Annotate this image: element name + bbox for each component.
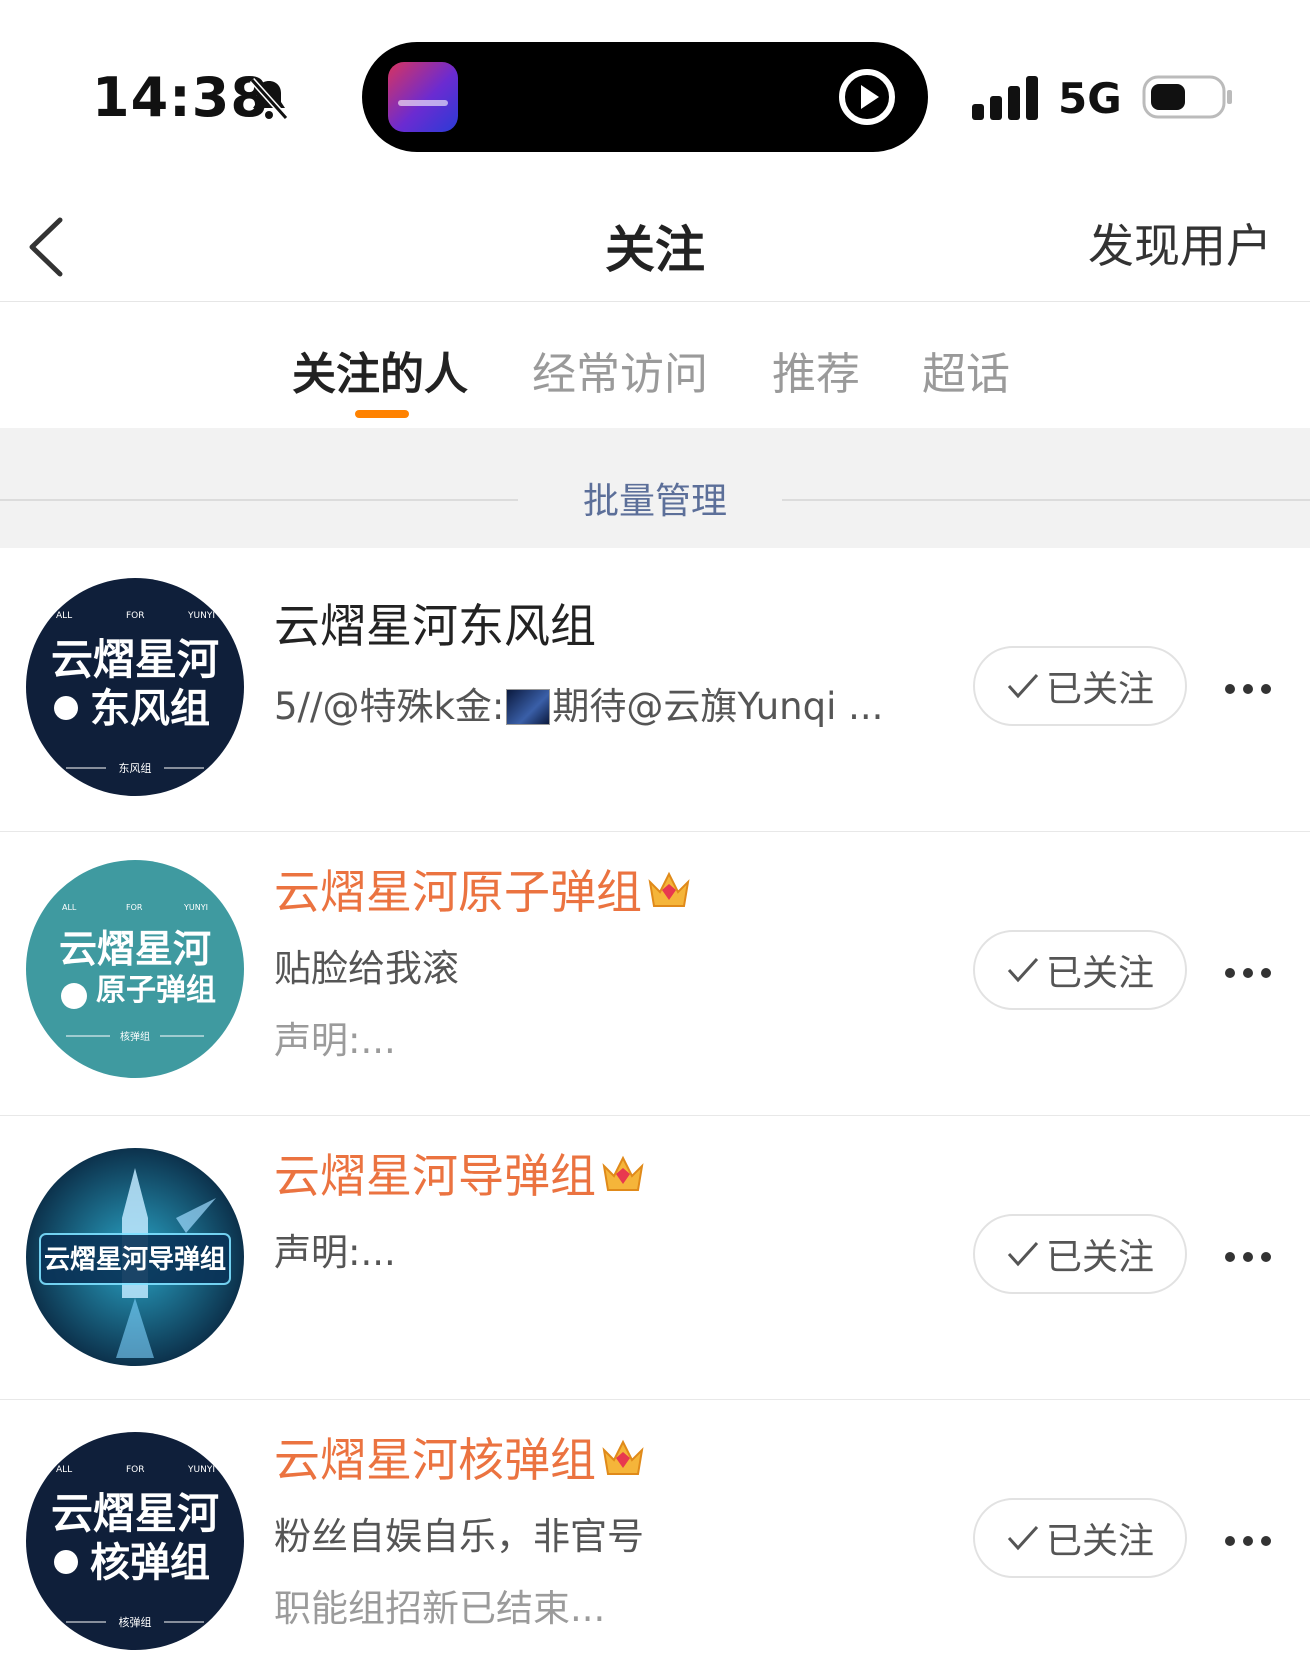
- user-name[interactable]: 云熠星河导弹组: [274, 1140, 646, 1206]
- tab-supertopic[interactable]: 超话: [922, 338, 1010, 402]
- signal-icon: [972, 76, 1038, 120]
- user-name-text: 云熠星河核弹组: [274, 1433, 596, 1487]
- vip-crown-icon: [602, 1155, 644, 1191]
- avatar-footer: 核弹组: [120, 1030, 150, 1043]
- tab-bar: 关注的人 经常访问 推荐 超话: [0, 302, 1310, 428]
- list-item[interactable]: 云熠星河导弹组 云熠星河导弹组 声明:... 已关注: [0, 1116, 1310, 1400]
- avatar-tag: FOR: [126, 1465, 145, 1475]
- tab-following[interactable]: 关注的人: [292, 338, 468, 402]
- avatar-text: 东风组: [90, 686, 210, 732]
- network-type: 5G: [1058, 74, 1122, 123]
- bell-muted-icon: [249, 77, 289, 121]
- user-name[interactable]: 云熠星河核弹组: [274, 1424, 646, 1490]
- vip-crown-icon: [602, 1439, 644, 1475]
- following-label: 已关注: [1045, 1521, 1154, 1562]
- dynamic-island[interactable]: [362, 42, 928, 152]
- status-time: 14:38: [92, 66, 269, 129]
- avatar[interactable]: 云熠星河导弹组: [26, 1148, 244, 1366]
- battery-icon: [1142, 75, 1232, 119]
- active-tab-indicator: [355, 410, 409, 418]
- avatar-text: 原子弹组: [96, 973, 216, 1008]
- user-description: 贴脸给我滚: [274, 947, 459, 990]
- avatar-tag: YUNYI: [183, 903, 208, 912]
- user-description: 粉丝自娱自乐，非官号: [274, 1515, 644, 1558]
- following-label: 已关注: [1045, 1237, 1154, 1278]
- following-button[interactable]: 已关注: [973, 1498, 1187, 1578]
- avatar-footer: 核弹组: [119, 1615, 152, 1629]
- check-icon: [1007, 1525, 1039, 1551]
- desc-prefix: 5//@特殊k金:: [274, 685, 505, 728]
- status-bar: 14:38 5G: [0, 0, 1310, 190]
- user-name[interactable]: 云熠星河原子弹组: [274, 856, 692, 922]
- avatar-text: 云熠星河: [51, 635, 219, 684]
- more-icon[interactable]: [1224, 1250, 1272, 1264]
- following-button[interactable]: 已关注: [973, 646, 1187, 726]
- avatar-tag: FOR: [126, 611, 145, 621]
- avatar[interactable]: ALL FOR YUNYI 云熠星河 原子弹组 核弹组: [26, 860, 244, 1078]
- nav-bar: 关注 发现用户: [0, 190, 1310, 302]
- desc-suffix: 期待@云旗Yunqi ...: [552, 685, 884, 728]
- more-icon[interactable]: [1224, 682, 1272, 696]
- discover-users-button[interactable]: 发现用户: [1088, 210, 1272, 276]
- avatar-tag: YUNYI: [187, 611, 215, 621]
- avatar-text: 核弹组: [90, 1540, 210, 1586]
- user-description: 声明:...: [274, 1231, 396, 1274]
- media-thumbnail[interactable]: [388, 62, 458, 132]
- check-icon: [1007, 673, 1039, 699]
- user-name-text: 云熠星河导弹组: [274, 1149, 596, 1203]
- more-icon[interactable]: [1224, 1534, 1272, 1548]
- inline-image[interactable]: [506, 689, 551, 725]
- avatar-tag: ALL: [56, 611, 72, 621]
- avatar-text: 云熠星河导弹组: [44, 1244, 226, 1275]
- avatar-footer: 东风组: [119, 761, 152, 775]
- avatar-text: 云熠星河: [59, 927, 211, 971]
- avatar-tag: ALL: [56, 1465, 72, 1475]
- list-item[interactable]: ALL FOR YUNYI 云熠星河 原子弹组 核弹组 云熠星河原子弹组 贴脸给…: [0, 832, 1310, 1116]
- batch-manage-bar: 批量管理: [0, 428, 1310, 548]
- avatar-text: 云熠星河: [51, 1489, 219, 1538]
- avatar-tag: YUNYI: [187, 1465, 215, 1475]
- vip-crown-icon: [648, 871, 690, 907]
- avatar-tag: FOR: [126, 903, 143, 912]
- user-description: 5//@特殊k金: 期待@云旗Yunqi ...: [274, 676, 883, 730]
- avatar-tag: ALL: [62, 903, 77, 912]
- following-label: 已关注: [1045, 669, 1154, 710]
- following-button[interactable]: 已关注: [973, 930, 1187, 1010]
- following-label: 已关注: [1045, 953, 1154, 994]
- batch-manage-button[interactable]: 批量管理: [0, 472, 1310, 524]
- list-item[interactable]: ALL FOR YUNYI 云熠星河 核弹组 核弹组 云熠星河核弹组 粉丝自娱自…: [0, 1400, 1310, 1679]
- user-description-secondary: 声明:...: [274, 1019, 396, 1062]
- user-name-text: 云熠星河原子弹组: [274, 865, 642, 919]
- more-icon[interactable]: [1224, 966, 1272, 980]
- check-icon: [1007, 957, 1039, 983]
- list-item[interactable]: ALL FOR YUNYI 云熠星河 东风组 东风组 云熠星河东风组 5//@特…: [0, 548, 1310, 832]
- avatar[interactable]: ALL FOR YUNYI 云熠星河 东风组 东风组: [26, 578, 244, 796]
- avatar[interactable]: ALL FOR YUNYI 云熠星河 核弹组 核弹组: [26, 1432, 244, 1650]
- play-icon[interactable]: [836, 66, 898, 128]
- following-button[interactable]: 已关注: [973, 1214, 1187, 1294]
- user-name[interactable]: 云熠星河东风组: [274, 590, 596, 656]
- tab-recommend[interactable]: 推荐: [772, 338, 860, 402]
- tab-frequent[interactable]: 经常访问: [532, 338, 708, 402]
- check-icon: [1007, 1241, 1039, 1267]
- user-description-secondary: 职能组招新已结束...: [274, 1587, 606, 1630]
